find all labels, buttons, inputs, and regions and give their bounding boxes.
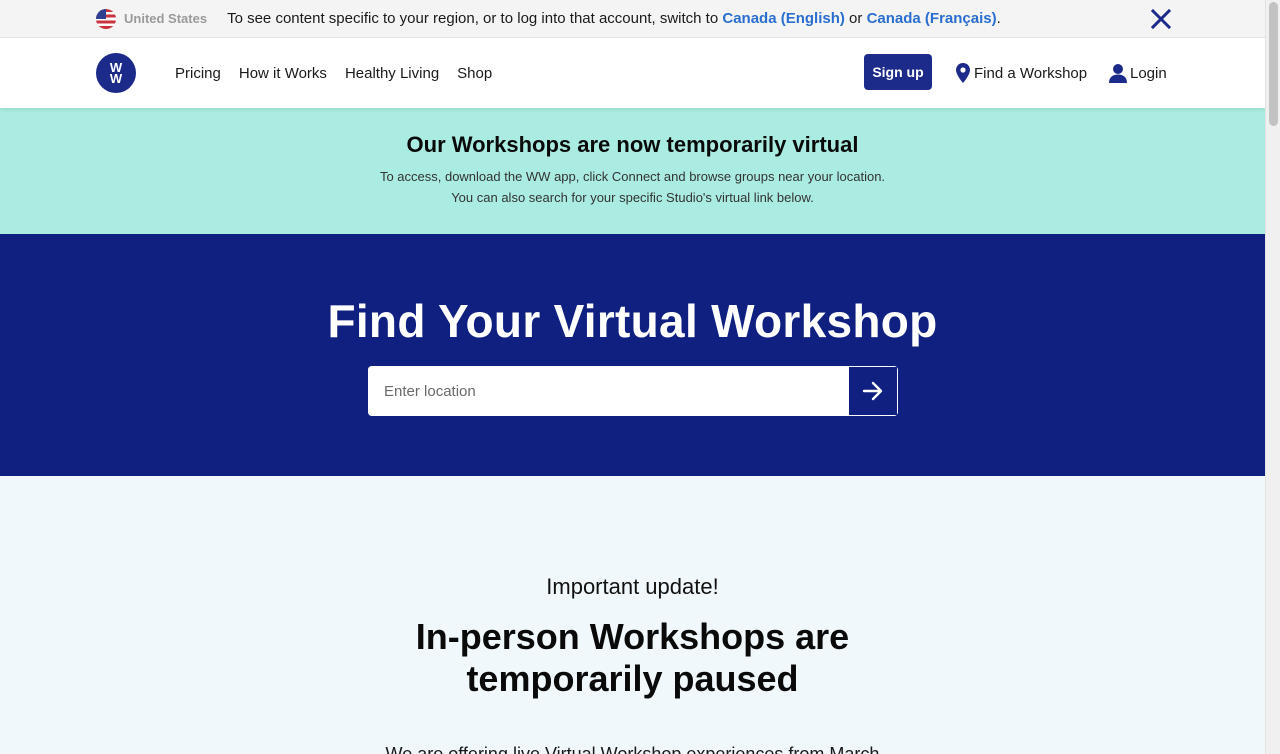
region-message-or: or: [844, 10, 867, 27]
nav-link-pricing[interactable]: Pricing: [175, 65, 221, 82]
location-search: [368, 366, 898, 416]
ww-logo[interactable]: W W: [96, 53, 136, 93]
arrow-right-icon: [862, 381, 883, 401]
virtual-notice: Our Workshops are now temporarily virtua…: [0, 108, 1265, 234]
notice-title: Our Workshops are now temporarily virtua…: [406, 132, 859, 157]
page: United States To see content specific to…: [0, 0, 1265, 754]
region-message-suffix: .: [996, 10, 1001, 27]
find-workshop-label: Find a Workshop: [974, 64, 1088, 82]
nav-link-healthy-living[interactable]: Healthy Living: [345, 65, 439, 82]
update-heading-line-2: temporarily paused: [466, 658, 799, 699]
logo-letter-bottom: W: [109, 71, 123, 86]
notice-line-1: To access, download the WW app, click Co…: [379, 169, 886, 184]
search-submit-button[interactable]: [849, 367, 897, 415]
hero-section: Find Your Virtual Workshop: [0, 234, 1265, 476]
us-flag-icon: [96, 8, 116, 29]
region-name: United States: [124, 11, 208, 26]
region-banner: United States To see content specific to…: [0, 0, 1265, 38]
signup-button[interactable]: Sign up: [864, 54, 932, 90]
location-pin-icon: [956, 63, 970, 83]
update-kicker: Important update!: [546, 574, 719, 599]
scrollbar-thumb[interactable]: [1269, 2, 1278, 126]
user-icon: [1109, 64, 1127, 83]
canada-french-link[interactable]: Canada (Français): [867, 10, 997, 27]
update-section: Important update! In-person Workshops ar…: [0, 476, 1265, 754]
canada-english-link[interactable]: Canada (English): [722, 10, 845, 27]
login-link[interactable]: Login: [1108, 38, 1167, 108]
page-scrollbar[interactable]: [1265, 0, 1280, 754]
location-search-input[interactable]: [368, 366, 849, 416]
nav-link-shop[interactable]: Shop: [457, 65, 492, 82]
region-message: To see content specific to your region, …: [227, 10, 1001, 27]
update-body: We are offering live Virtual Workshop ex…: [385, 744, 880, 754]
login-label: Login: [1130, 64, 1167, 82]
main-nav: W W Pricing How it Works Healthy Living …: [0, 38, 1265, 108]
close-icon[interactable]: [1150, 8, 1172, 30]
nav-link-how-it-works[interactable]: How it Works: [239, 65, 327, 82]
nav-links: Pricing How it Works Healthy Living Shop: [175, 38, 510, 108]
find-workshop-link[interactable]: Find a Workshop: [956, 38, 1087, 108]
region-message-prefix: To see content specific to your region, …: [227, 10, 723, 27]
notice-line-2: You can also search for your specific St…: [451, 190, 814, 205]
hero-title: Find Your Virtual Workshop: [327, 295, 938, 347]
update-heading-line-1: In-person Workshops are: [415, 616, 850, 657]
update-heading: In-person Workshops are temporarily paus…: [0, 616, 1265, 700]
